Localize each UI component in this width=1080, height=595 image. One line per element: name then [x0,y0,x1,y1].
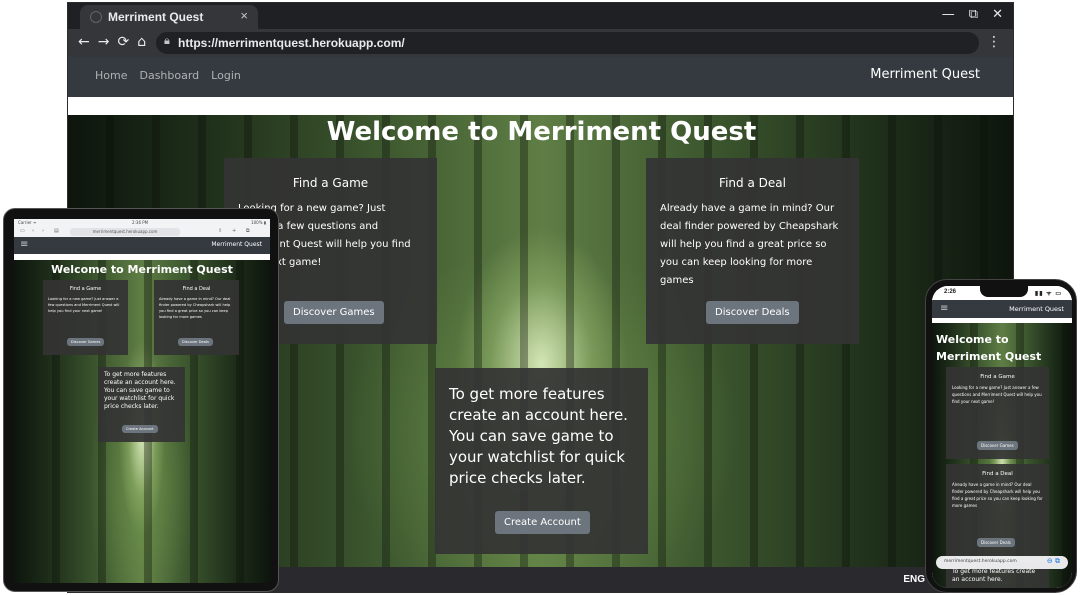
tablet-find-game-card: Find a Game Looking for a new game? Just… [43,280,128,355]
browser-toolbar: ← → ⟳ ⌂ 🔒︎ https://merrimentquest.heroku… [68,29,1013,57]
phone-hero: Welcome to Merriment Quest Find a Game L… [932,323,1072,588]
tablet-time: 2:36 PM [132,220,149,225]
nav-dashboard-link[interactable]: Dashboard [139,69,199,82]
nav-home-link[interactable]: Home [95,69,127,82]
phone-time: 2:26 [944,289,957,295]
tablet-share-icon[interactable]: ⇪ [218,228,222,234]
discover-deals-button[interactable]: Discover Deals [706,301,799,324]
find-deal-card: Find a Deal Already have a game in mind?… [646,158,859,344]
tablet-battery: 100% ▮ [251,220,266,225]
tablet-brand[interactable]: Merriment Quest [211,241,262,248]
address-url: https://merrimentquest.herokuapp.com/ [178,36,405,50]
tablet-find-game-text: Looking for a new game? Just answer a fe… [48,297,120,313]
nav-links: Home Dashboard Login [95,69,241,82]
favicon-icon [90,11,102,23]
phone-find-deal-card: Find a Deal Already have a game in mind?… [946,464,1049,556]
phone-hamburger-icon[interactable]: ≡ [940,303,948,314]
navbar-brand[interactable]: Merriment Quest [870,67,980,82]
find-game-title: Find a Game [292,176,369,190]
phone-brand[interactable]: Merriment Quest [1009,305,1064,313]
phone-find-deal-text: Already have a game in mind? Our deal fi… [952,482,1043,508]
phone-page-title: Welcome to Merriment Quest [936,333,1042,363]
tablet-create-account-text: To get more features create an account h… [104,371,176,410]
phone-find-game-card: Find a Game Looking for a new game? Just… [946,367,1049,459]
phone-discover-deals-button[interactable]: Discover Deals [977,538,1015,547]
tablet-create-account-button[interactable]: Create Account [122,425,158,433]
tablet-navbar: ≡ Merriment Quest [14,237,270,254]
address-bar[interactable]: 🔒︎ https://merrimentquest.herokuapp.com/ [156,32,979,54]
tablet-discover-deals-button[interactable]: Discover Deals [178,338,213,346]
tablet-find-deal-text: Already have a game in mind? Our deal fi… [159,297,231,319]
tablet-screen: Carrier ᯤ 2:36 PM 100% ▮ ▭ ‹ › ▤ merrime… [14,219,270,583]
spacer [68,97,1013,115]
taskbar-language[interactable]: ENG [903,574,925,585]
tablet-hamburger-icon[interactable]: ≡ [20,239,28,250]
tablet-add-icon[interactable]: + [232,228,236,234]
create-account-card: To get more features create an account h… [435,368,648,554]
phone-find-game-text: Looking for a new game? Just answer a fe… [952,385,1042,404]
tablet-back-icon[interactable]: ‹ [32,228,34,234]
tablet-forward-icon[interactable]: › [42,228,44,234]
phone-status-bar: 2:26 ▮▮ ᯤ ▭ [932,286,1072,300]
tablet-discover-games-button[interactable]: Discover Games [67,338,105,346]
phone-safari-address-bar[interactable]: merrimentquest.herokuapp.com ⊖ ⧉ [936,556,1068,569]
tab-title: Merriment Quest [108,10,204,24]
tablet-sidebar-icon[interactable]: ▭ [20,228,25,234]
find-deal-title: Find a Deal [719,176,786,190]
tablet-url-bar: ▭ ‹ › ▤ merrimentquest.herokuapp.com ⇪ +… [14,227,270,237]
phone-create-account-text: To get more features create an account h… [952,568,1036,583]
window-controls: — ⧉ ✕ [942,7,1003,22]
phone-discover-games-button[interactable]: Discover Games [977,441,1018,450]
tablet-tabs-icon[interactable]: ⧉ [246,228,250,234]
tablet-find-deal-card: Find a Deal Already have a game in mind?… [154,280,239,355]
forward-icon[interactable]: → [98,34,110,50]
lock-icon: 🔒︎ [164,35,170,47]
page-title: Welcome to Merriment Quest [326,117,757,147]
phone-tabs-icon[interactable]: ⊖ ⧉ [1047,557,1060,566]
tab-close-icon[interactable]: × [240,8,248,23]
tablet-address[interactable]: merrimentquest.herokuapp.com [70,228,180,236]
tablet-carrier: Carrier ᯤ [18,220,37,225]
phone-status-icons: ▮▮ ᯤ ▭ [1034,291,1062,297]
tablet-device: Carrier ᯤ 2:36 PM 100% ▮ ▭ ‹ › ▤ merrime… [3,208,279,592]
close-window-icon[interactable]: ✕ [992,7,1003,22]
phone-screen: 2:26 ▮▮ ᯤ ▭ ≡ Merriment Quest Welcome to… [932,286,1072,588]
minimize-icon[interactable]: — [942,7,955,22]
restore-icon[interactable]: ⧉ [969,7,978,22]
site-navbar: Home Dashboard Login Merriment Quest [68,57,1013,97]
browser-nav-buttons: ← → ⟳ ⌂ [78,34,146,50]
phone-find-game-title: Find a Game [980,374,1015,380]
tablet-status-bar: Carrier ᯤ 2:36 PM 100% ▮ [14,219,270,227]
phone-notch [980,286,1028,297]
menu-kebab-icon[interactable]: ⋮ [987,34,1001,50]
reload-icon[interactable]: ⟳ [117,34,129,50]
nav-login-link[interactable]: Login [211,69,241,82]
phone-find-deal-title: Find a Deal [982,471,1013,477]
home-icon[interactable]: ⌂ [137,34,146,50]
phone-device: 2:26 ▮▮ ᯤ ▭ ≡ Merriment Quest Welcome to… [925,279,1077,593]
browser-tab[interactable]: Merriment Quest × [80,5,258,29]
tablet-hero: Welcome to Merriment Quest Find a Game L… [14,260,270,583]
find-deal-text: Already have a game in mind? Our deal fi… [660,203,839,286]
tablet-find-game-title: Find a Game [69,286,102,292]
discover-games-button[interactable]: Discover Games [284,301,384,324]
tablet-create-account-card: To get more features create an account h… [98,367,185,442]
create-account-button[interactable]: Create Account [495,511,590,534]
phone-navbar: ≡ Merriment Quest [932,300,1072,318]
back-icon[interactable]: ← [78,34,90,50]
tablet-page-title: Welcome to Merriment Quest [51,263,233,276]
tablet-find-deal-title: Find a Deal [182,286,211,292]
browser-tab-bar: Merriment Quest × — ⧉ ✕ [68,3,1013,29]
create-account-text: To get more features create an account h… [449,385,628,487]
phone-address: merrimentquest.herokuapp.com [944,559,1017,564]
tablet-reader-icon[interactable]: ▤ [54,228,59,234]
